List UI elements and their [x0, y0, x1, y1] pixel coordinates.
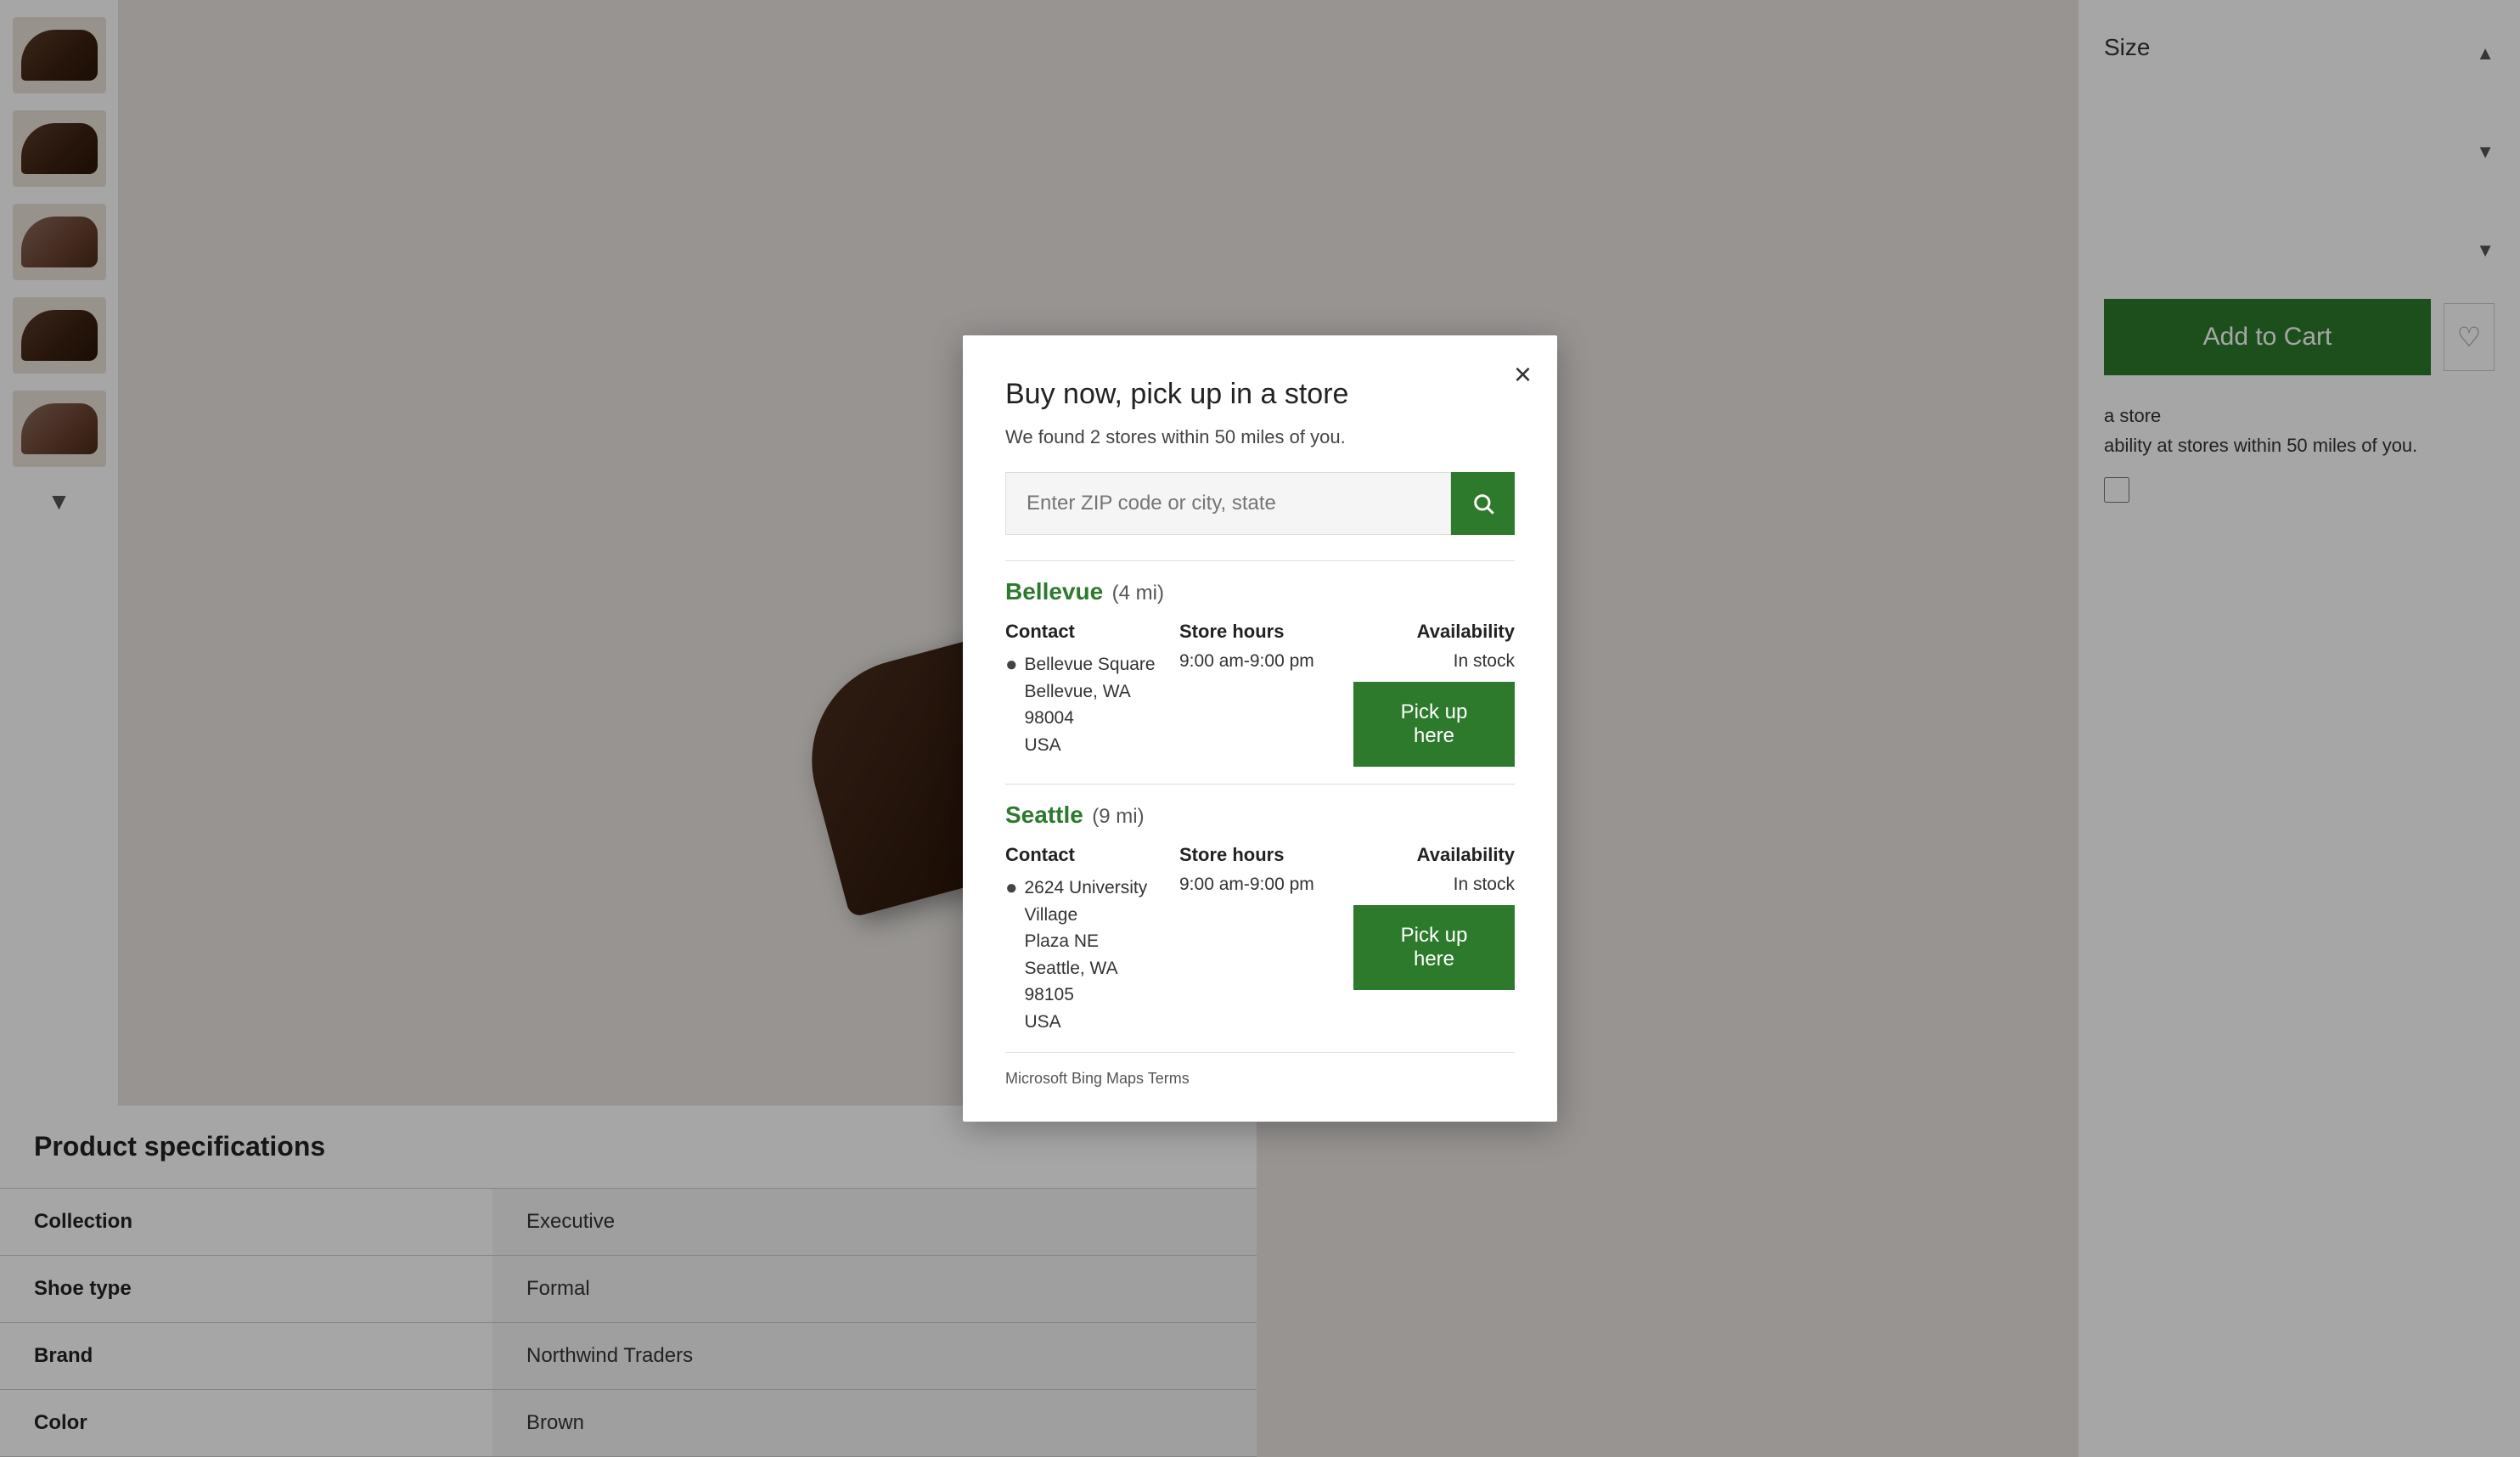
store-bellevue-contact-col: Contact ● Bellevue Square Bellevue, WA 9… — [1005, 621, 1167, 758]
bellevue-pickup-button[interactable]: Pick up here — [1353, 682, 1515, 767]
section-divider-bottom — [1005, 1052, 1515, 1053]
store-seattle-header: Seattle (9 mi) — [1005, 802, 1515, 829]
seattle-pickup-button[interactable]: Pick up here — [1353, 905, 1515, 990]
store-seattle-address-text: 2624 University Village Plaza NE Seattle… — [1025, 875, 1167, 1035]
store-seattle-name: Seattle — [1005, 802, 1083, 828]
store-seattle-address: ● 2624 University Village Plaza NE Seatt… — [1005, 875, 1167, 1035]
store-seattle-availability-col: Availability In stock Pick up here — [1353, 844, 1515, 990]
store-seattle-hours-label: Store hours — [1179, 844, 1341, 866]
store-bellevue: Bellevue (4 mi) Contact ● Bellevue Squar… — [1005, 578, 1515, 767]
section-divider-top — [1005, 560, 1515, 561]
store-seattle-availability: In stock — [1353, 875, 1515, 895]
store-bellevue-name: Bellevue — [1005, 578, 1103, 605]
store-seattle-grid: Contact ● 2624 University Village Plaza … — [1005, 844, 1515, 1035]
modal-close-button[interactable]: × — [1514, 359, 1532, 390]
zip-search-input[interactable] — [1005, 472, 1451, 535]
store-bellevue-availability: In stock — [1353, 651, 1515, 672]
store-seattle-availability-label: Availability — [1353, 844, 1515, 866]
search-button[interactable] — [1451, 472, 1515, 535]
modal-title: Buy now, pick up in a store — [1005, 378, 1515, 411]
store-bellevue-distance: (4 mi) — [1112, 582, 1164, 605]
store-bellevue-hours: 9:00 am-9:00 pm — [1179, 651, 1341, 672]
store-seattle-contact-col: Contact ● 2624 University Village Plaza … — [1005, 844, 1167, 1035]
store-seattle-hours: 9:00 am-9:00 pm — [1179, 875, 1341, 895]
store-bellevue-hours-col: Store hours 9:00 am-9:00 pm — [1179, 621, 1341, 672]
store-bellevue-address-text: Bellevue Square Bellevue, WA 98004 USA — [1025, 651, 1167, 758]
modal-subtitle: We found 2 stores within 50 miles of you… — [1005, 426, 1515, 448]
store-bellevue-address: ● Bellevue Square Bellevue, WA 98004 USA — [1005, 651, 1167, 758]
store-seattle-contact-label: Contact — [1005, 844, 1167, 866]
store-bellevue-availability-col: Availability In stock Pick up here — [1353, 621, 1515, 767]
store-bellevue-availability-label: Availability — [1353, 621, 1515, 643]
store-seattle-hours-col: Store hours 9:00 am-9:00 pm — [1179, 844, 1341, 895]
location-pin-icon: ● — [1005, 653, 1018, 677]
search-icon — [1471, 492, 1495, 515]
store-bellevue-header: Bellevue (4 mi) — [1005, 578, 1515, 605]
section-divider-middle — [1005, 784, 1515, 785]
store-pickup-modal: × Buy now, pick up in a store We found 2… — [963, 335, 1557, 1122]
store-seattle-distance: (9 mi) — [1092, 805, 1144, 828]
search-row — [1005, 472, 1515, 535]
store-bellevue-grid: Contact ● Bellevue Square Bellevue, WA 9… — [1005, 621, 1515, 767]
store-bellevue-hours-label: Store hours — [1179, 621, 1341, 643]
bing-maps-terms-link[interactable]: Microsoft Bing Maps Terms — [1005, 1070, 1515, 1088]
store-seattle: Seattle (9 mi) Contact ● 2624 University… — [1005, 802, 1515, 1035]
store-bellevue-contact-label: Contact — [1005, 621, 1167, 643]
location-pin-icon-seattle: ● — [1005, 876, 1018, 900]
